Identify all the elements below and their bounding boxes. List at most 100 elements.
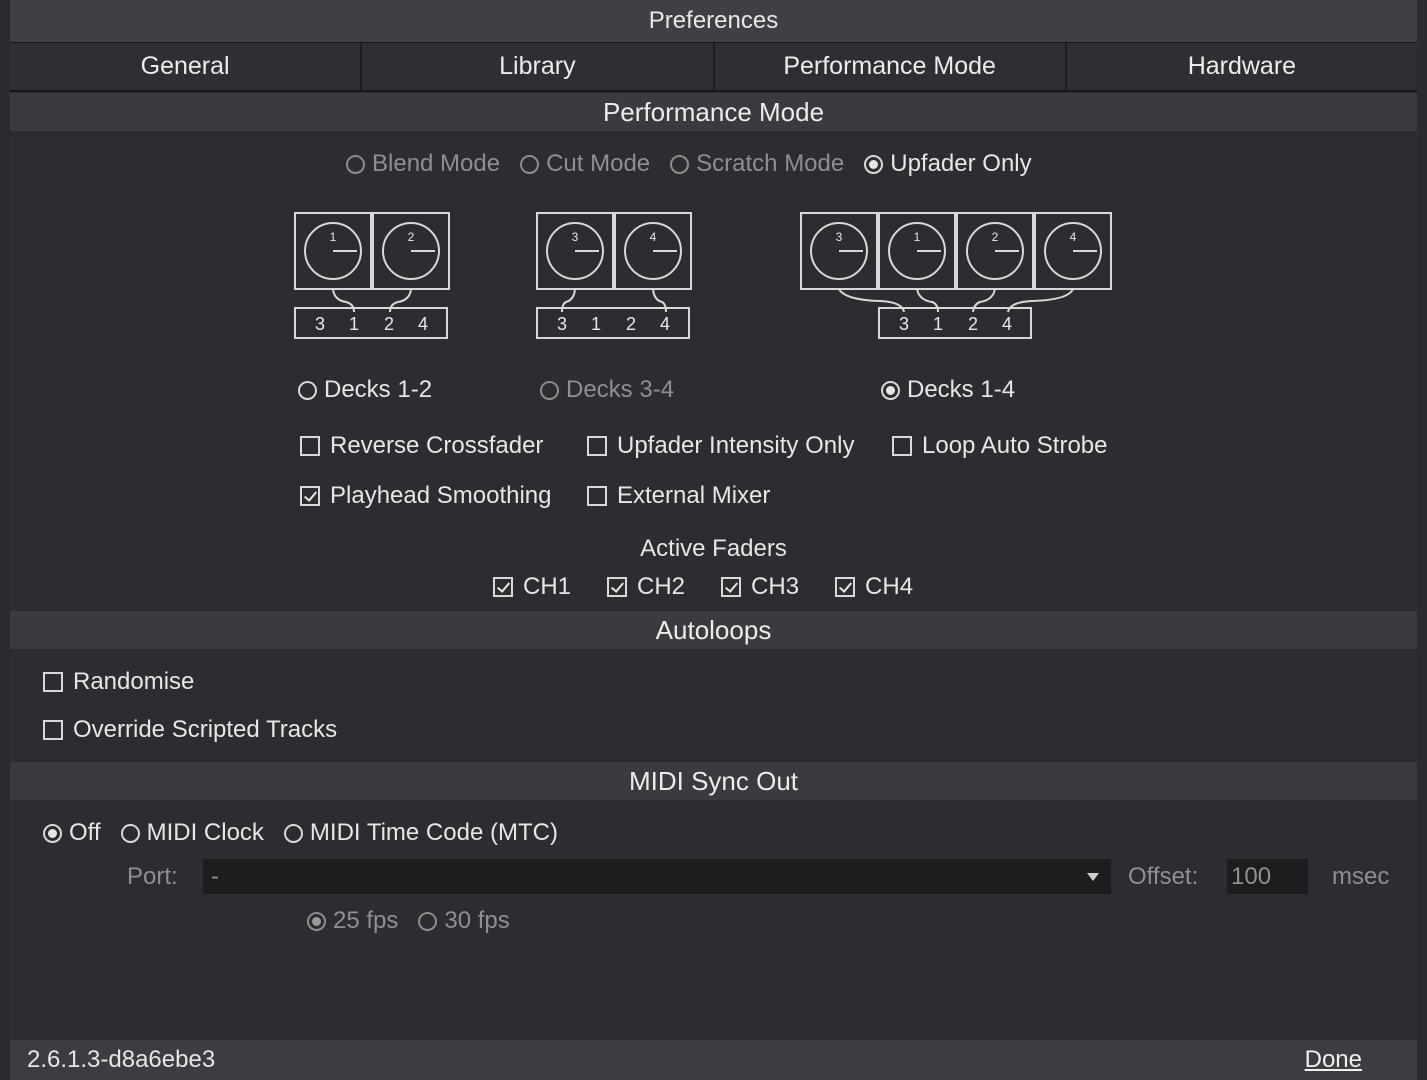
done-button[interactable]: Done — [1305, 1046, 1362, 1074]
channel-label: 4 — [1002, 314, 1012, 334]
playhead-smoothing-check[interactable] — [300, 486, 320, 506]
offset-unit-label: msec — [1332, 863, 1390, 890]
reverse-crossfader-checkbox[interactable]: Reverse Crossfader — [300, 432, 543, 460]
channel-label: 3 — [315, 314, 325, 334]
midi-mode-radio-group: Off MIDI Clock MIDI Time Code (MTC) — [43, 819, 558, 847]
tab-bar: General Library Performance Mode Hardwar… — [10, 42, 1417, 92]
scratch-mode-radio[interactable]: Scratch Mode — [670, 150, 844, 178]
decks-3-4-diagram: 3 4 3 1 2 4 — [536, 212, 692, 339]
fps-30-radio-button[interactable] — [418, 911, 438, 931]
override-scripted-tracks-label: Override Scripted Tracks — [73, 716, 338, 743]
upfader-only-radio[interactable]: Upfader Only — [864, 150, 1032, 178]
ch4-check[interactable] — [835, 577, 856, 597]
loop-auto-strobe-check[interactable] — [892, 436, 912, 456]
tab-hardware[interactable]: Hardware — [1067, 43, 1417, 90]
channel-label: 2 — [626, 314, 636, 334]
playhead-smoothing-label: Playhead Smoothing — [330, 482, 552, 509]
ch1-checkbox[interactable]: CH1 — [493, 573, 571, 601]
ch4-checkbox[interactable]: CH4 — [835, 573, 913, 601]
ch1-check[interactable] — [493, 577, 513, 597]
decks-1-4-radio-button[interactable] — [881, 380, 900, 400]
ch3-label: CH3 — [751, 573, 800, 600]
performance-mode-header-text: Performance Mode — [602, 96, 825, 127]
midi-time-code-radio-button[interactable] — [283, 823, 303, 843]
ch1-label: CH1 — [523, 573, 572, 600]
loop-auto-strobe-checkbox[interactable]: Loop Auto Strobe — [892, 432, 1107, 460]
blend-mode-radio-button[interactable] — [346, 154, 365, 174]
playhead-smoothing-checkbox[interactable]: Playhead Smoothing — [300, 482, 551, 510]
decks-1-2-label: Decks 1-2 — [324, 376, 433, 403]
ch2-check[interactable] — [607, 577, 628, 597]
port-dropdown[interactable]: - — [203, 859, 1111, 894]
external-mixer-checkbox[interactable]: External Mixer — [587, 482, 770, 510]
tab-general[interactable]: General — [10, 43, 363, 90]
midi-off-radio[interactable]: Off — [43, 819, 101, 847]
tab-library[interactable]: Library — [362, 43, 715, 90]
active-faders-title: Active Faders — [640, 535, 787, 562]
midi-off-radio-button[interactable] — [43, 823, 62, 843]
scratch-mode-radio-button[interactable] — [670, 154, 690, 174]
deck-label: 1 — [330, 230, 337, 244]
fps-30-radio[interactable]: 30 fps — [418, 907, 510, 935]
mode-radio-group: Blend Mode Cut Mode Scratch Mode Upfader… — [346, 150, 1032, 178]
window-title: Preferences — [10, 0, 1417, 42]
tab-performance-mode[interactable]: Performance Mode — [715, 43, 1067, 90]
randomise-checkbox[interactable]: Randomise — [43, 668, 194, 696]
deck-label: 3 — [836, 230, 843, 244]
decks-3-4-radio-button[interactable] — [540, 380, 559, 400]
offset-input[interactable]: 100 — [1227, 859, 1308, 894]
midi-sync-out-header-text: MIDI Sync Out — [628, 765, 799, 796]
offset-value: 100 — [1231, 862, 1272, 890]
channel-label: 1 — [933, 314, 943, 334]
port-value: - — [211, 862, 219, 890]
blend-mode-radio[interactable]: Blend Mode — [346, 150, 500, 178]
fps-25-radio-button[interactable] — [307, 911, 326, 931]
external-mixer-check[interactable] — [587, 486, 607, 506]
midi-clock-radio[interactable]: MIDI Clock — [120, 819, 264, 847]
performance-mode-header: Performance Mode — [10, 93, 1417, 131]
ch3-checkbox[interactable]: CH3 — [721, 573, 799, 601]
randomise-check[interactable] — [43, 672, 63, 692]
channel-label: 1 — [349, 314, 359, 334]
ch2-checkbox[interactable]: CH2 — [607, 573, 685, 601]
footer-bar: 2.6.1.3-d8a6ebe3 Done — [10, 1040, 1417, 1080]
decks-1-4-diagram: 3 1 2 4 3 1 2 4 — [800, 212, 1112, 339]
fps-25-radio[interactable]: 25 fps — [307, 907, 398, 935]
deck-label: 4 — [650, 230, 657, 244]
upfader-intensity-only-checkbox[interactable]: Upfader Intensity Only — [587, 432, 854, 460]
upfader-only-label: Upfader Only — [890, 150, 1032, 177]
autoloops-header: Autoloops — [10, 611, 1417, 649]
midi-off-label: Off — [69, 819, 101, 846]
override-scripted-tracks-check[interactable] — [43, 720, 63, 740]
midi-clock-radio-button[interactable] — [120, 823, 140, 843]
decks-1-4-radio[interactable]: Decks 1-4 — [881, 376, 1015, 404]
channel-label: 1 — [591, 314, 601, 334]
decks-1-4-label: Decks 1-4 — [907, 376, 1016, 403]
deck-label: 4 — [1070, 230, 1077, 244]
dropdown-caret-icon — [1087, 872, 1099, 881]
channel-label: 3 — [557, 314, 567, 334]
ch2-label: CH2 — [637, 573, 686, 600]
cut-mode-label: Cut Mode — [546, 150, 651, 177]
override-scripted-tracks-checkbox[interactable]: Override Scripted Tracks — [43, 716, 337, 744]
cut-mode-radio-button[interactable] — [520, 154, 540, 174]
channel-label: 2 — [384, 314, 394, 334]
fps-25-label: 25 fps — [333, 907, 399, 934]
fps-radio-group: 25 fps 30 fps — [307, 907, 510, 935]
midi-time-code-radio[interactable]: MIDI Time Code (MTC) — [283, 819, 558, 847]
upfader-intensity-only-check[interactable] — [587, 436, 607, 456]
reverse-crossfader-label: Reverse Crossfader — [330, 432, 544, 459]
fps-30-label: 30 fps — [444, 907, 510, 934]
randomise-label: Randomise — [73, 668, 195, 695]
decks-3-4-radio[interactable]: Decks 3-4 — [540, 376, 674, 404]
decks-1-2-radio-button[interactable] — [298, 380, 317, 400]
autoloops-header-text: Autoloops — [655, 614, 772, 645]
cut-mode-radio[interactable]: Cut Mode — [520, 150, 650, 178]
reverse-crossfader-check[interactable] — [300, 436, 320, 456]
decks-1-2-radio[interactable]: Decks 1-2 — [298, 376, 432, 404]
decks-3-4-label: Decks 3-4 — [566, 376, 675, 403]
channel-label: 2 — [968, 314, 978, 334]
loop-auto-strobe-label: Loop Auto Strobe — [922, 432, 1108, 459]
ch3-check[interactable] — [721, 577, 742, 597]
upfader-only-radio-button[interactable] — [864, 154, 884, 174]
